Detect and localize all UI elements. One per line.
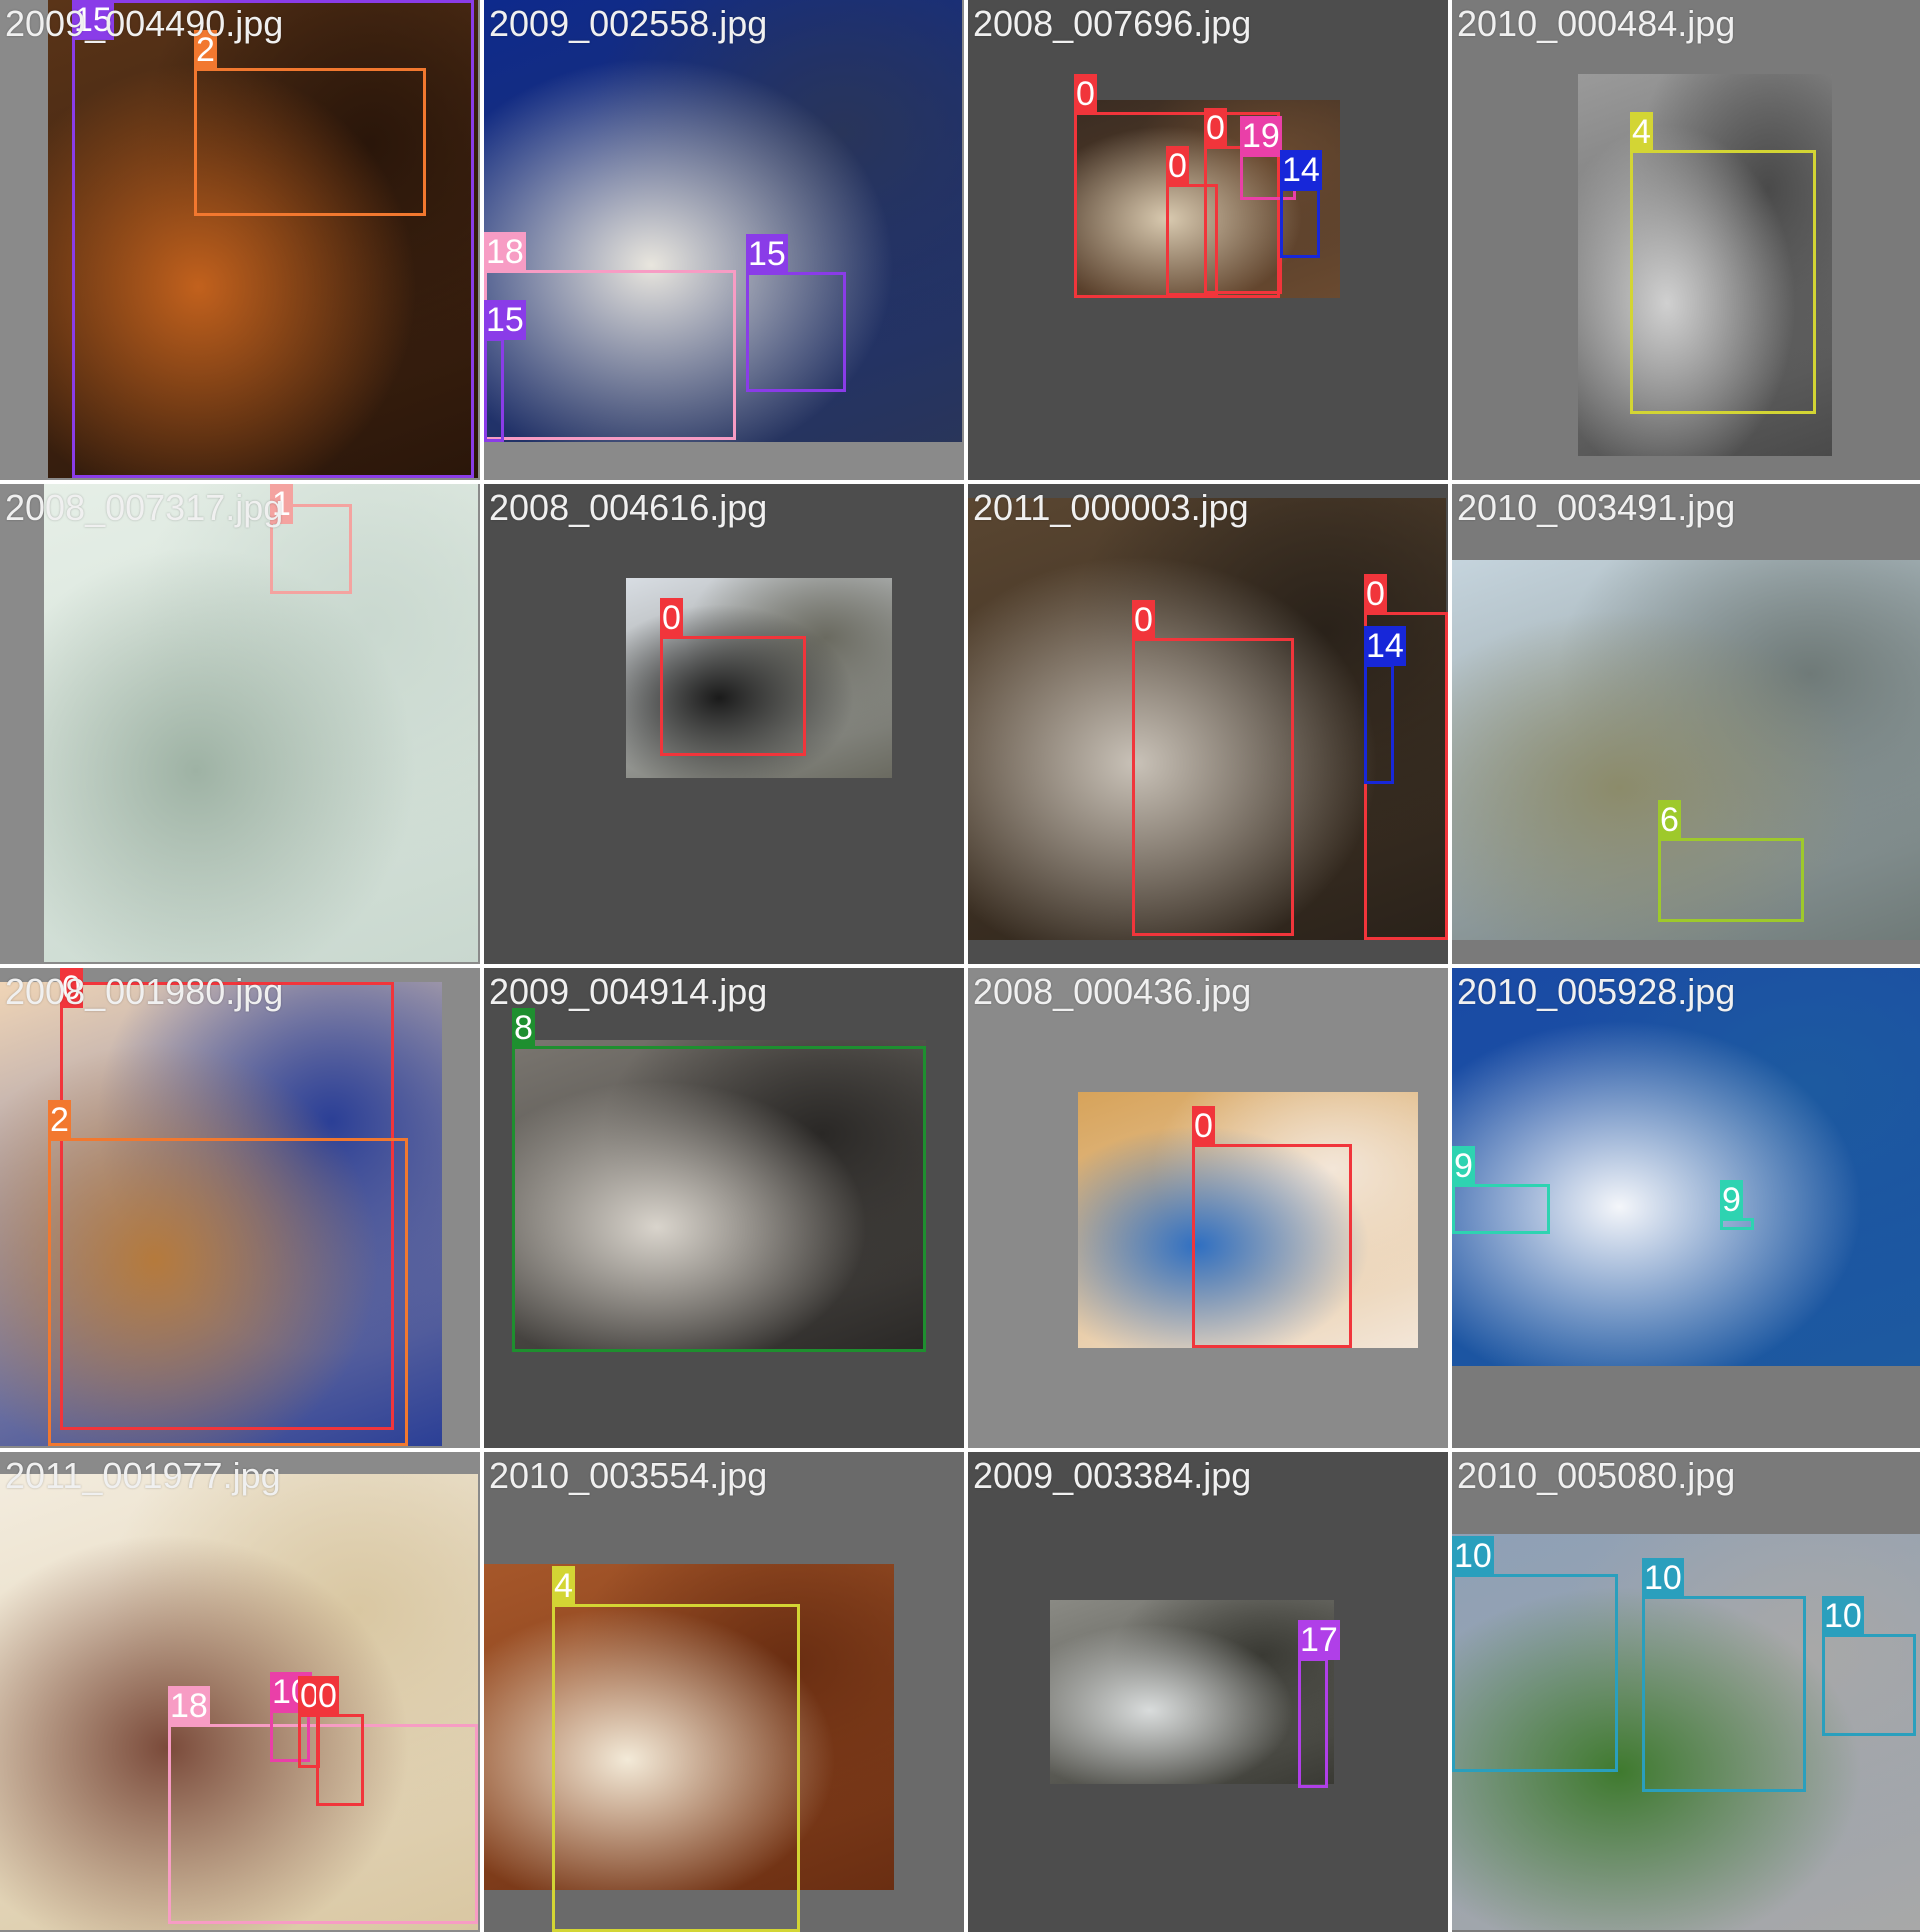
class-label: 14 — [1280, 150, 1322, 190]
class-label: 2 — [48, 1100, 71, 1140]
bounding-box — [1642, 1596, 1806, 1792]
bounding-box — [1280, 188, 1320, 258]
image-tile[interactable]: 2008_001980.jpg 0 2 — [0, 968, 480, 1448]
image-tile[interactable]: 2010_005080.jpg 10 10 10 — [1452, 1452, 1920, 1932]
image-filename: 2010_005928.jpg — [1457, 971, 1736, 1012]
bounding-box — [1298, 1658, 1328, 1788]
image-tile[interactable]: 2010_003554.jpg 4 — [484, 1452, 964, 1932]
class-label: 18 — [484, 232, 526, 272]
image-filename: 2008_007317.jpg — [5, 487, 284, 528]
class-label: 9 — [1720, 1180, 1743, 1220]
image-tile[interactable]: 2008_000436.jpg 0 — [968, 968, 1448, 1448]
image-tile[interactable]: 2011_000003.jpg 0 0 14 — [968, 484, 1448, 964]
bounding-box — [1630, 150, 1816, 414]
thumbnail-image — [1050, 1600, 1334, 1784]
image-tile[interactable]: 2010_000484.jpg 4 — [1452, 0, 1920, 480]
bounding-box — [1192, 1144, 1352, 1348]
thumbnail-image — [44, 484, 478, 962]
class-label: 15 — [746, 234, 788, 274]
image-filename: 2009_004490.jpg — [5, 3, 284, 44]
image-filename: 2011_001977.jpg — [5, 1455, 281, 1496]
class-label: 0 — [660, 598, 683, 638]
image-filename: 2008_007696.jpg — [973, 3, 1252, 44]
class-label: 0 — [1192, 1106, 1215, 1146]
image-filename: 2009_003384.jpg — [973, 1455, 1252, 1496]
bounding-box — [1452, 1184, 1550, 1234]
class-label: 0 — [1074, 74, 1097, 114]
bounding-box — [484, 270, 736, 440]
bounding-box — [194, 68, 426, 216]
image-filename: 2011_000003.jpg — [973, 487, 1249, 528]
image-tile[interactable]: 2009_002558.jpg 18 15 15 — [484, 0, 964, 480]
class-label: 18 — [168, 1686, 210, 1726]
class-label: 10 — [1642, 1558, 1684, 1598]
class-label: 0 — [1132, 600, 1155, 640]
thumbnail-image — [1452, 968, 1920, 1366]
bounding-box — [48, 1138, 408, 1446]
class-label: 6 — [1658, 800, 1681, 840]
image-tile[interactable]: 2011_001977.jpg 18 10 0 0 — [0, 1452, 480, 1932]
image-tile[interactable]: 2009_004490.jpg 15 2 — [0, 0, 480, 480]
class-label: 9 — [1452, 1146, 1475, 1186]
image-filename: 2008_000436.jpg — [973, 971, 1252, 1012]
bounding-box — [660, 636, 806, 756]
bounding-box — [746, 272, 846, 392]
class-label: 8 — [512, 1008, 535, 1048]
bounding-box — [316, 1714, 364, 1806]
image-filename: 2010_003491.jpg — [1457, 487, 1736, 528]
bounding-box — [1658, 838, 1804, 922]
image-filename: 2009_004914.jpg — [489, 971, 768, 1012]
class-label: 10 — [1822, 1596, 1864, 1636]
bounding-box — [512, 1046, 926, 1352]
image-filename: 2008_004616.jpg — [489, 487, 768, 528]
class-label: 14 — [1364, 626, 1406, 666]
image-tile[interactable]: 2008_007317.jpg 1 — [0, 484, 480, 964]
image-tile[interactable]: 2010_005928.jpg 9 9 — [1452, 968, 1920, 1448]
bounding-box — [552, 1604, 800, 1932]
image-filename: 2010_005080.jpg — [1457, 1455, 1736, 1496]
class-label: 10 — [1452, 1536, 1494, 1576]
class-label: 0 — [1364, 574, 1387, 614]
image-tile[interactable]: 2008_004616.jpg 0 — [484, 484, 964, 964]
image-tile[interactable]: 2008_007696.jpg 0 0 19 0 14 — [968, 0, 1448, 480]
bounding-box — [1822, 1634, 1916, 1736]
class-label: 0 — [1166, 146, 1189, 186]
bounding-box — [1452, 1574, 1618, 1772]
image-filename: 2008_001980.jpg — [5, 971, 284, 1012]
image-filename: 2010_003554.jpg — [489, 1455, 768, 1496]
image-tile[interactable]: 2010_003491.jpg 6 — [1452, 484, 1920, 964]
class-label: 4 — [1630, 112, 1653, 152]
bounding-box — [1166, 184, 1218, 296]
image-filename: 2010_000484.jpg — [1457, 3, 1736, 44]
image-tile[interactable]: 2009_003384.jpg 17 — [968, 1452, 1448, 1932]
bounding-box — [1364, 664, 1394, 784]
image-mosaic: 2009_004490.jpg 15 2 2009_002558.jpg 18 15 15 2… — [0, 0, 1920, 1932]
class-label: 15 — [484, 300, 526, 340]
image-tile[interactable]: 2009_004914.jpg 8 — [484, 968, 964, 1448]
class-label: 19 — [1240, 116, 1282, 156]
class-label: 0 — [1204, 108, 1227, 148]
class-label: 17 — [1298, 1620, 1340, 1660]
class-label: 4 — [552, 1566, 575, 1606]
class-label: 0 — [316, 1676, 339, 1716]
image-filename: 2009_002558.jpg — [489, 3, 768, 44]
bounding-box — [1132, 638, 1294, 936]
bounding-box — [484, 338, 504, 442]
